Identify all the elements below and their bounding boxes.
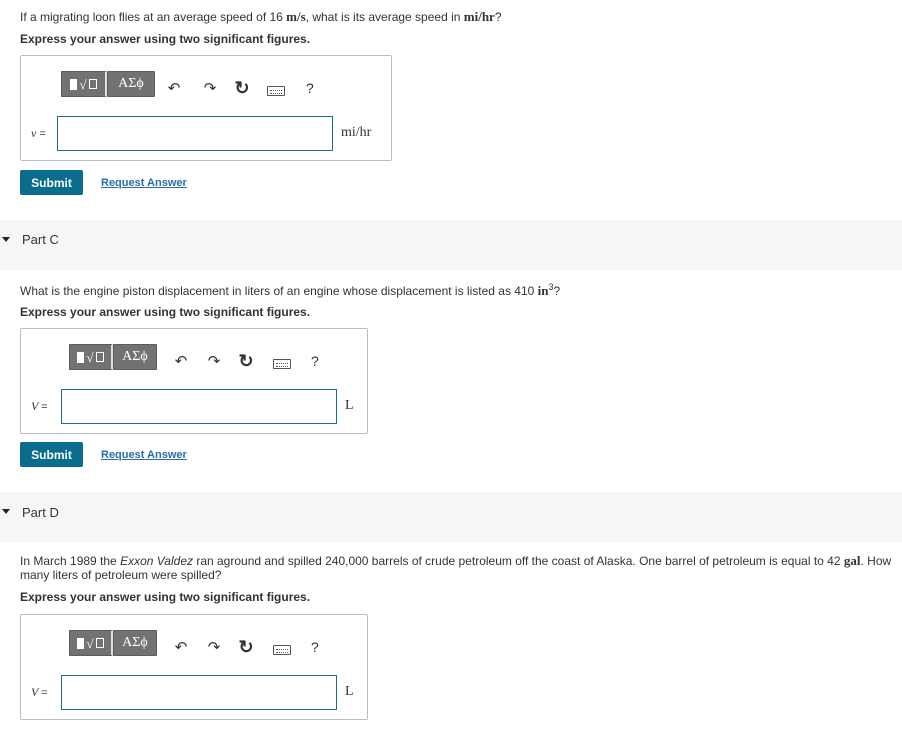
- reset-icon[interactable]: ↻: [238, 637, 254, 657]
- math-toolbar: √ ΑΣϕ: [69, 344, 157, 370]
- variable-label: V =: [31, 685, 48, 699]
- greek-symbols-icon: ΑΣϕ: [122, 635, 148, 650]
- templates-icon: √: [77, 351, 104, 364]
- request-answer-link[interactable]: Request Answer: [101, 449, 187, 461]
- templates-button[interactable]: √: [69, 344, 113, 370]
- undo-icon[interactable]: ↶: [173, 353, 189, 370]
- undo-icon[interactable]: ↶: [166, 80, 182, 97]
- question-text: If a migrating loon flies at an average …: [20, 9, 502, 24]
- instruction-text: Express your answer using two significan…: [20, 32, 311, 46]
- greek-symbols-icon: ΑΣϕ: [118, 76, 144, 91]
- instruction-text: Express your answer using two significan…: [20, 590, 311, 604]
- greek-symbols-icon: ΑΣϕ: [122, 349, 148, 364]
- submit-button[interactable]: Submit: [20, 442, 83, 467]
- collapse-caret-icon: [2, 237, 10, 242]
- math-toolbar: √ ΑΣϕ: [61, 71, 155, 97]
- keyboard-icon[interactable]: [267, 86, 285, 96]
- question-text: In March 1989 the Exxon Valdez ran agrou…: [20, 553, 892, 568]
- reset-icon[interactable]: ↻: [238, 351, 254, 371]
- math-toolbar: √ ΑΣϕ: [69, 630, 157, 656]
- collapse-caret-icon: [2, 509, 10, 514]
- submit-button[interactable]: Submit: [20, 170, 83, 195]
- reset-icon[interactable]: ↻: [234, 78, 250, 98]
- answer-input[interactable]: [61, 389, 337, 424]
- help-icon[interactable]: ?: [311, 639, 319, 655]
- greek-symbols-button[interactable]: ΑΣϕ: [113, 630, 157, 656]
- templates-icon: √: [70, 78, 97, 91]
- keyboard-icon[interactable]: [273, 645, 291, 655]
- answer-box: √ ΑΣϕ ↶ ↷ ↻ ? V = L: [20, 614, 368, 720]
- help-icon[interactable]: ?: [311, 353, 319, 369]
- request-answer-link[interactable]: Request Answer: [101, 177, 187, 189]
- greek-symbols-button[interactable]: ΑΣϕ: [107, 71, 155, 97]
- part-c-header[interactable]: Part C: [0, 220, 902, 270]
- part-d-header[interactable]: Part D: [0, 492, 902, 542]
- unit-label: L: [345, 684, 354, 699]
- greek-symbols-button[interactable]: ΑΣϕ: [113, 344, 157, 370]
- answer-box: √ ΑΣϕ ↶ ↷ ↻ ? v = mi/hr: [20, 55, 392, 161]
- templates-icon: √: [77, 637, 104, 650]
- variable-label: v =: [31, 126, 46, 140]
- templates-button[interactable]: √: [61, 71, 107, 97]
- redo-icon[interactable]: ↷: [206, 353, 222, 370]
- question-text-line2: many liters of petroleum were spilled?: [20, 568, 222, 582]
- instruction-text: Express your answer using two significan…: [20, 305, 311, 319]
- redo-icon[interactable]: ↷: [202, 80, 218, 97]
- keyboard-icon[interactable]: [273, 359, 291, 369]
- part-title: Part C: [22, 232, 59, 247]
- answer-input[interactable]: [61, 675, 337, 710]
- unit-label: L: [345, 398, 354, 413]
- unit-label: mi/hr: [341, 125, 372, 140]
- part-title: Part D: [22, 505, 59, 520]
- answer-box: √ ΑΣϕ ↶ ↷ ↻ ? V = L: [20, 328, 368, 434]
- redo-icon[interactable]: ↷: [206, 639, 222, 656]
- question-text: What is the engine piston displacement i…: [20, 282, 561, 298]
- undo-icon[interactable]: ↶: [173, 639, 189, 656]
- answer-input[interactable]: [57, 116, 333, 151]
- help-icon[interactable]: ?: [306, 80, 314, 96]
- templates-button[interactable]: √: [69, 630, 113, 656]
- variable-label: V =: [31, 399, 48, 413]
